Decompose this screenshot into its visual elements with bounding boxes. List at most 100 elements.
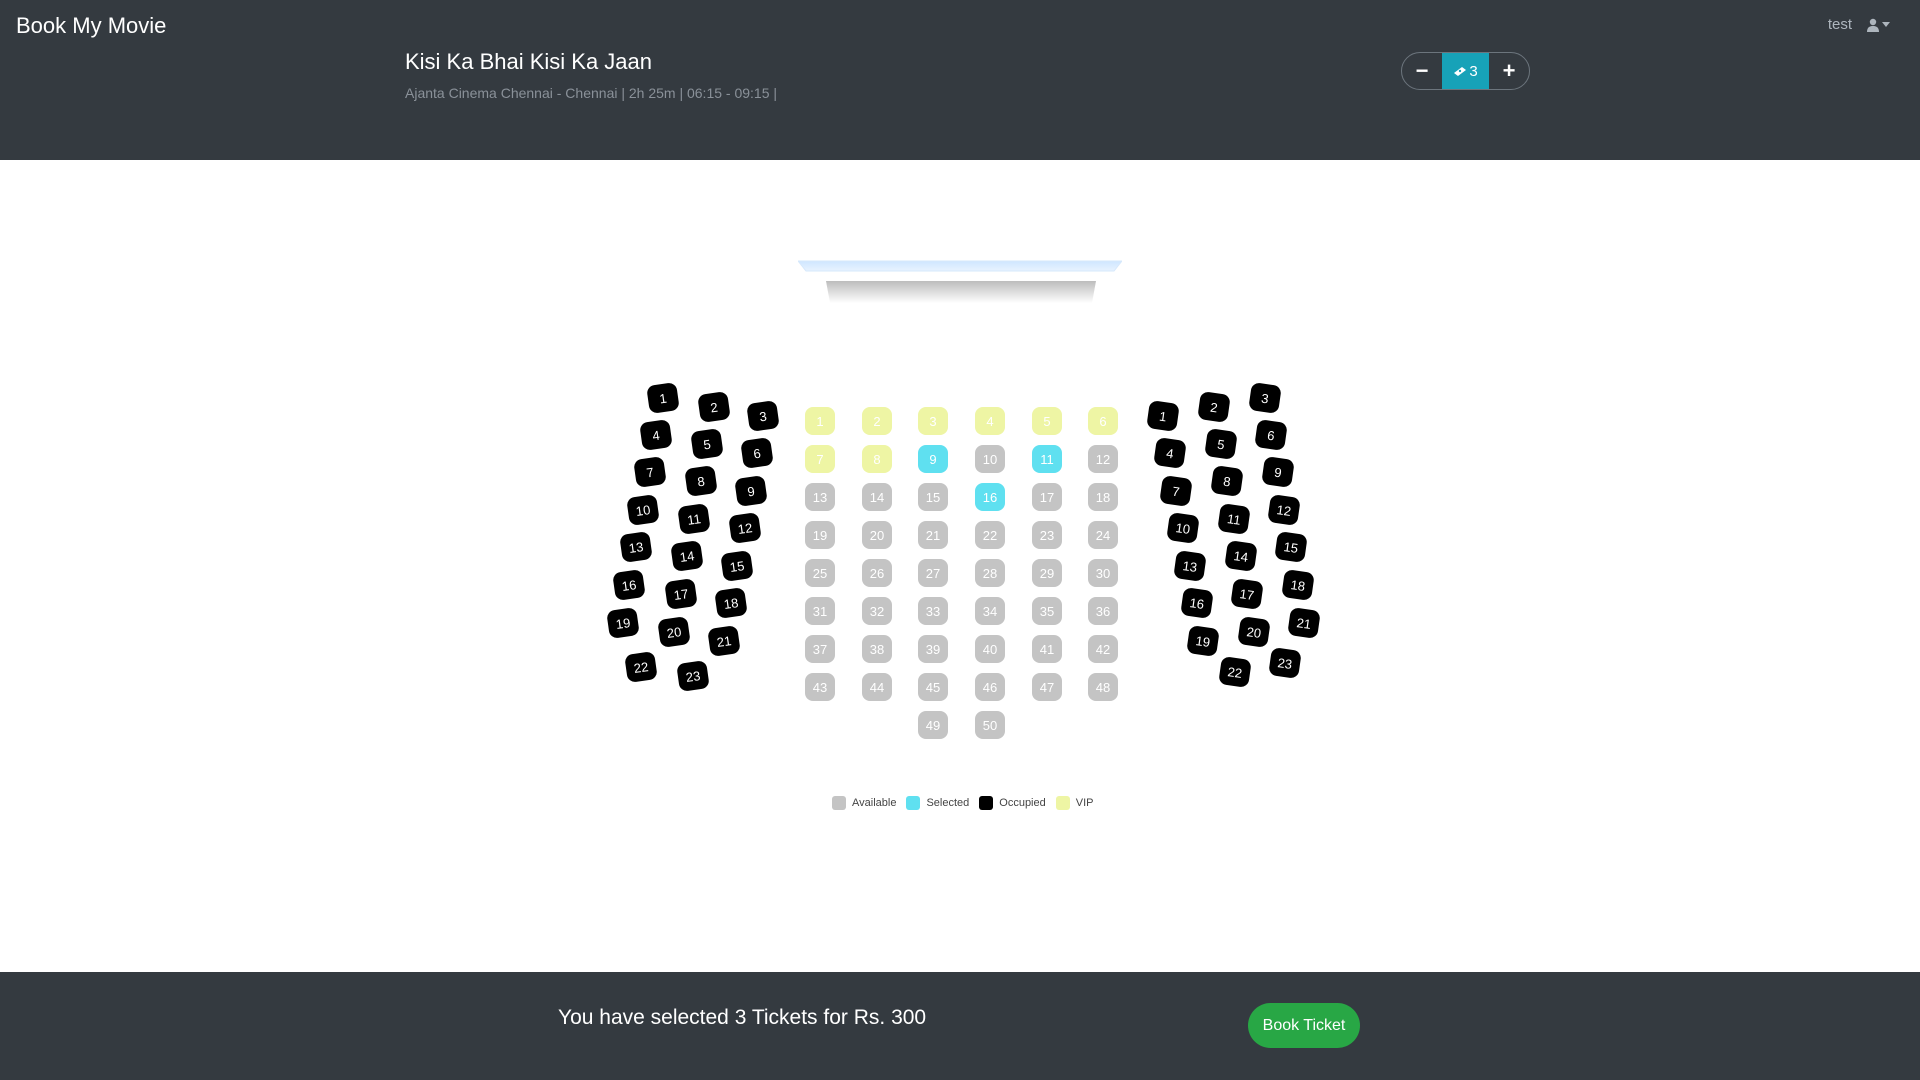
- seat-center-44[interactable]: 44: [862, 673, 892, 701]
- seat-left-9: 9: [734, 475, 768, 507]
- seat-center-32[interactable]: 32: [862, 597, 892, 625]
- seat-right-19: 19: [1186, 625, 1220, 657]
- legend-item-selected: Selected: [906, 796, 969, 810]
- seat-left-13: 13: [619, 531, 653, 563]
- legend-swatch-occupied: [979, 796, 994, 810]
- seat-center-6[interactable]: 6: [1088, 407, 1118, 435]
- seat-center-12[interactable]: 12: [1088, 445, 1118, 473]
- user-name: test: [1827, 16, 1852, 33]
- decrease-tickets-button[interactable]: −: [1402, 53, 1442, 89]
- seat-left-18: 18: [714, 587, 748, 619]
- seat-center-45[interactable]: 45: [918, 673, 948, 701]
- seat-left-14: 14: [670, 540, 704, 572]
- legend-item-vip: VIP: [1055, 796, 1094, 810]
- seat-center-14[interactable]: 14: [862, 483, 892, 511]
- seat-left-7: 7: [633, 456, 667, 488]
- ticket-quantity-stepper: − 3 +: [1401, 52, 1530, 90]
- legend-label-available: Available: [852, 797, 897, 809]
- seat-center-30[interactable]: 30: [1088, 559, 1118, 587]
- seat-center-48[interactable]: 48: [1088, 673, 1118, 701]
- legend-label-vip: VIP: [1075, 797, 1094, 809]
- seat-center-33[interactable]: 33: [918, 597, 948, 625]
- seat-center-3[interactable]: 3: [918, 407, 948, 435]
- seat-center-24[interactable]: 24: [1088, 521, 1118, 549]
- seat-center-2[interactable]: 2: [862, 407, 892, 435]
- book-ticket-button[interactable]: Book Ticket: [1248, 1003, 1360, 1048]
- booking-summary: You have selected 3 Tickets for Rs. 300: [558, 1006, 927, 1029]
- seat-center-37[interactable]: 37: [805, 635, 835, 663]
- seat-right-13: 13: [1173, 550, 1207, 582]
- seat-center-36[interactable]: 36: [1088, 597, 1118, 625]
- seat-left-1: 1: [646, 382, 680, 414]
- seat-right-15: 15: [1274, 531, 1308, 563]
- seat-center-39[interactable]: 39: [918, 635, 948, 663]
- seat-center-28[interactable]: 28: [975, 559, 1005, 587]
- seat-center-13[interactable]: 13: [805, 483, 835, 511]
- seat-left-23: 23: [676, 660, 710, 692]
- seat-left-6: 6: [740, 437, 774, 469]
- seat-center-21[interactable]: 21: [918, 521, 948, 549]
- seat-center-50[interactable]: 50: [975, 711, 1005, 739]
- legend-label-selected: Selected: [926, 797, 970, 809]
- seat-center-15[interactable]: 15: [918, 483, 948, 511]
- seat-left-17: 17: [664, 578, 698, 610]
- seat-left-19: 19: [606, 607, 640, 639]
- seat-center-5[interactable]: 5: [1032, 407, 1062, 435]
- seat-right-23: 23: [1268, 647, 1302, 679]
- seat-center-8[interactable]: 8: [862, 445, 892, 473]
- seat-center-26[interactable]: 26: [862, 559, 892, 587]
- seat-left-16: 16: [612, 569, 646, 601]
- seat-center-38[interactable]: 38: [862, 635, 892, 663]
- seat-right-22: 22: [1218, 656, 1252, 688]
- legend-item-available: Available: [832, 796, 896, 810]
- seat-center-29[interactable]: 29: [1032, 559, 1062, 587]
- increase-tickets-button[interactable]: +: [1489, 53, 1529, 89]
- seat-right-17: 17: [1230, 578, 1264, 610]
- seat-center-17[interactable]: 17: [1032, 483, 1062, 511]
- seat-center-25[interactable]: 25: [805, 559, 835, 587]
- seat-center-22[interactable]: 22: [975, 521, 1005, 549]
- seat-right-8: 8: [1210, 465, 1244, 497]
- seat-right-11: 11: [1217, 503, 1251, 535]
- seat-center-49[interactable]: 49: [918, 711, 948, 739]
- seat-center-43[interactable]: 43: [805, 673, 835, 701]
- seat-left-12: 12: [728, 512, 762, 544]
- ticket-count-value: 3: [1469, 62, 1478, 80]
- ticket-count-display: 3: [1442, 53, 1489, 89]
- seat-right-12: 12: [1267, 494, 1301, 526]
- user-icon[interactable]: [1866, 18, 1890, 32]
- seat-center-35[interactable]: 35: [1032, 597, 1062, 625]
- seat-center-40[interactable]: 40: [975, 635, 1005, 663]
- seat-center-31[interactable]: 31: [805, 597, 835, 625]
- ticket-icon: [1454, 67, 1467, 76]
- seat-center-16[interactable]: 16: [975, 483, 1005, 511]
- seat-center-10[interactable]: 10: [975, 445, 1005, 473]
- movie-info: Ajanta Cinema Chennai - Chennai | 2h 25m…: [405, 85, 778, 101]
- seat-left-2: 2: [697, 391, 731, 423]
- seat-center-20[interactable]: 20: [862, 521, 892, 549]
- seat-right-5: 5: [1204, 428, 1238, 460]
- seat-center-18[interactable]: 18: [1088, 483, 1118, 511]
- seat-center-46[interactable]: 46: [975, 673, 1005, 701]
- seat-center-23[interactable]: 23: [1032, 521, 1062, 549]
- seat-right-3: 3: [1248, 382, 1282, 414]
- brand-logo[interactable]: Book My Movie: [16, 13, 166, 39]
- seat-center-7[interactable]: 7: [805, 445, 835, 473]
- seat-center-4[interactable]: 4: [975, 407, 1005, 435]
- seat-center-27[interactable]: 27: [918, 559, 948, 587]
- seat-left-5: 5: [690, 428, 724, 460]
- legend-label-occupied: Occupied: [999, 797, 1046, 809]
- seat-center-41[interactable]: 41: [1032, 635, 1062, 663]
- seat-center-34[interactable]: 34: [975, 597, 1005, 625]
- seat-center-42[interactable]: 42: [1088, 635, 1118, 663]
- seat-right-10: 10: [1166, 512, 1200, 544]
- seat-center-1[interactable]: 1: [805, 407, 835, 435]
- user-menu[interactable]: test: [1828, 16, 1890, 33]
- seat-center-11[interactable]: 11: [1032, 445, 1062, 473]
- movie-title: Kisi Ka Bhai Kisi Ka Jaan: [405, 49, 653, 74]
- seat-center-9[interactable]: 9: [918, 445, 948, 473]
- seat-left-15: 15: [720, 550, 754, 582]
- top-navbar: Book My Movie Kisi Ka Bhai Kisi Ka Jaan …: [0, 0, 1920, 160]
- seat-center-19[interactable]: 19: [805, 521, 835, 549]
- seat-center-47[interactable]: 47: [1032, 673, 1062, 701]
